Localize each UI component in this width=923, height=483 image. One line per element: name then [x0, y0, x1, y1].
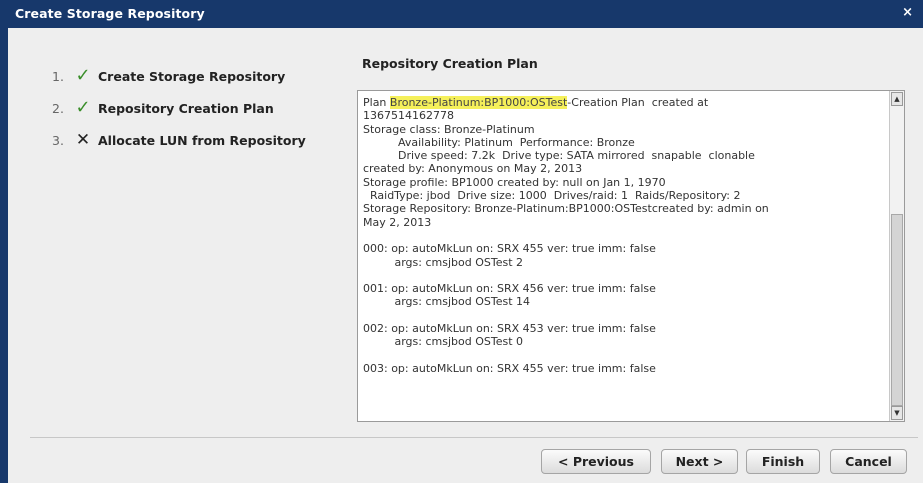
next-button[interactable]: Next > [661, 449, 738, 474]
dialog-titlebar: Create Storage Repository × [0, 0, 923, 28]
previous-button[interactable]: < Previous [541, 449, 651, 474]
cancel-button[interactable]: Cancel [830, 449, 907, 474]
plan-body: -Creation Plan created at 1367514162778 … [363, 96, 769, 375]
plan-name-highlight: Bronze-Platinum:BP1000:OSTest [389, 96, 568, 109]
step-label: Allocate LUN from Repository [98, 132, 306, 148]
scrollbar-thumb[interactable] [891, 214, 903, 406]
step-label: Create Storage Repository [98, 68, 286, 84]
footer-divider [30, 437, 918, 438]
scroll-up-icon[interactable]: ▲ [891, 92, 903, 106]
step-number: 3. [52, 132, 64, 148]
wizard-step-3: 3. ✕ Allocate LUN from Repository [52, 124, 306, 156]
finish-button[interactable]: Finish [746, 449, 820, 474]
scroll-down-icon[interactable]: ▼ [891, 406, 903, 420]
plan-heading: Repository Creation Plan [362, 56, 538, 71]
plan-text: Plan Bronze-Platinum:BP1000:OSTest-Creat… [363, 96, 888, 375]
checkmark-icon: ✓ [75, 97, 91, 118]
dialog-title: Create Storage Repository [15, 6, 205, 21]
checkmark-icon: ✓ [75, 65, 91, 86]
step-label: Repository Creation Plan [98, 100, 274, 116]
plan-prefix: Plan [363, 96, 390, 109]
step-number: 1. [52, 68, 64, 84]
plan-textarea[interactable]: Plan Bronze-Platinum:BP1000:OSTest-Creat… [357, 90, 905, 422]
wizard-step-2: 2. ✓ Repository Creation Plan [52, 92, 306, 124]
close-icon[interactable]: × [902, 5, 913, 20]
plan-scrollbar[interactable]: ▲ ▼ [889, 91, 904, 421]
cross-icon: ✕ [75, 130, 91, 150]
step-number: 2. [52, 100, 64, 116]
wizard-step-1: 1. ✓ Create Storage Repository [52, 60, 306, 92]
wizard-steps: 1. ✓ Create Storage Repository 2. ✓ Repo… [52, 60, 306, 156]
dialog-left-border [0, 28, 8, 483]
